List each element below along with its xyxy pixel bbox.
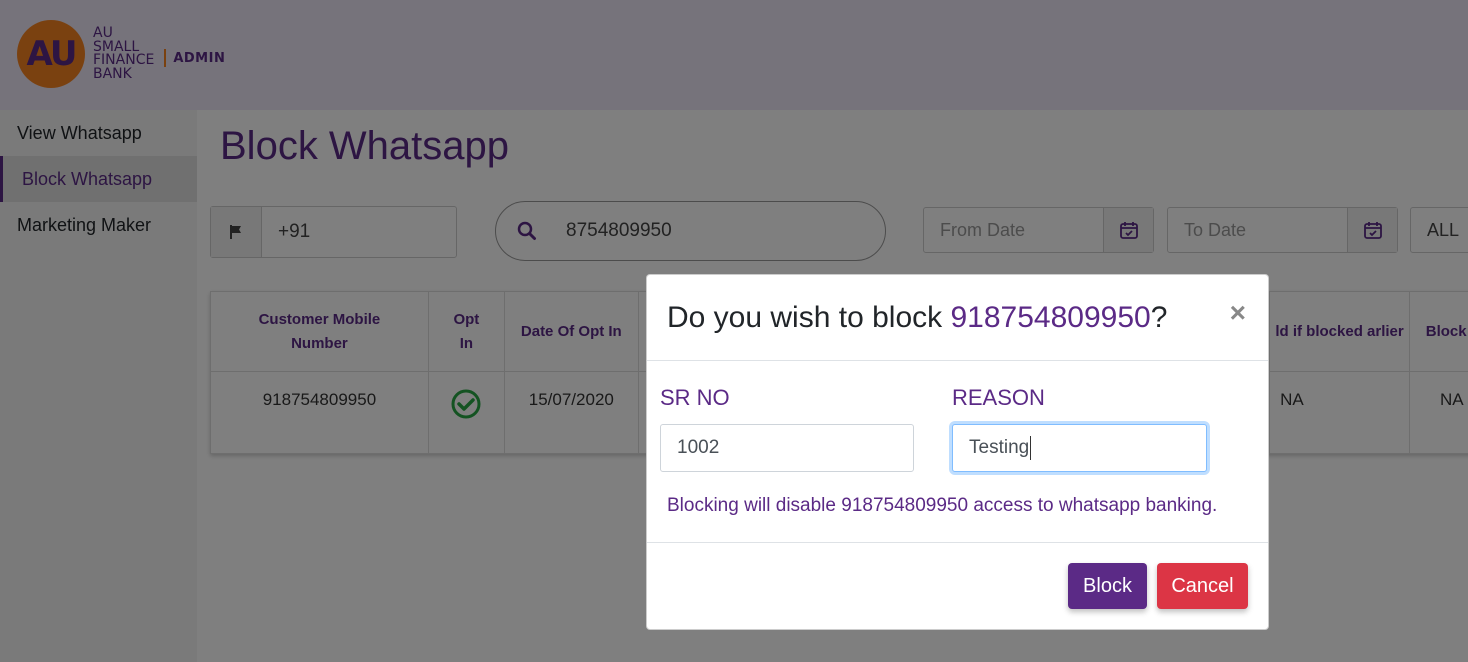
sr-no-label: SR NO: [660, 385, 730, 410]
block-warning-text: Blocking will disable 918754809950 acces…: [667, 495, 1218, 516]
text-caret: [1030, 436, 1032, 460]
modal-title-number: 918754809950: [950, 301, 1151, 334]
modal-header: Do you wish to block 918754809950? ×: [647, 275, 1268, 361]
close-icon[interactable]: ×: [1230, 297, 1246, 329]
modal-title: Do you wish to block 918754809950?: [667, 301, 1168, 334]
reason-input[interactable]: Testing: [952, 424, 1207, 472]
block-confirm-dialog: Do you wish to block 918754809950? × SR …: [646, 274, 1269, 630]
sr-no-input[interactable]: 1002: [660, 424, 914, 472]
block-button[interactable]: Block: [1068, 563, 1147, 609]
reason-label: REASON: [952, 385, 1045, 410]
cancel-button[interactable]: Cancel: [1157, 563, 1248, 609]
